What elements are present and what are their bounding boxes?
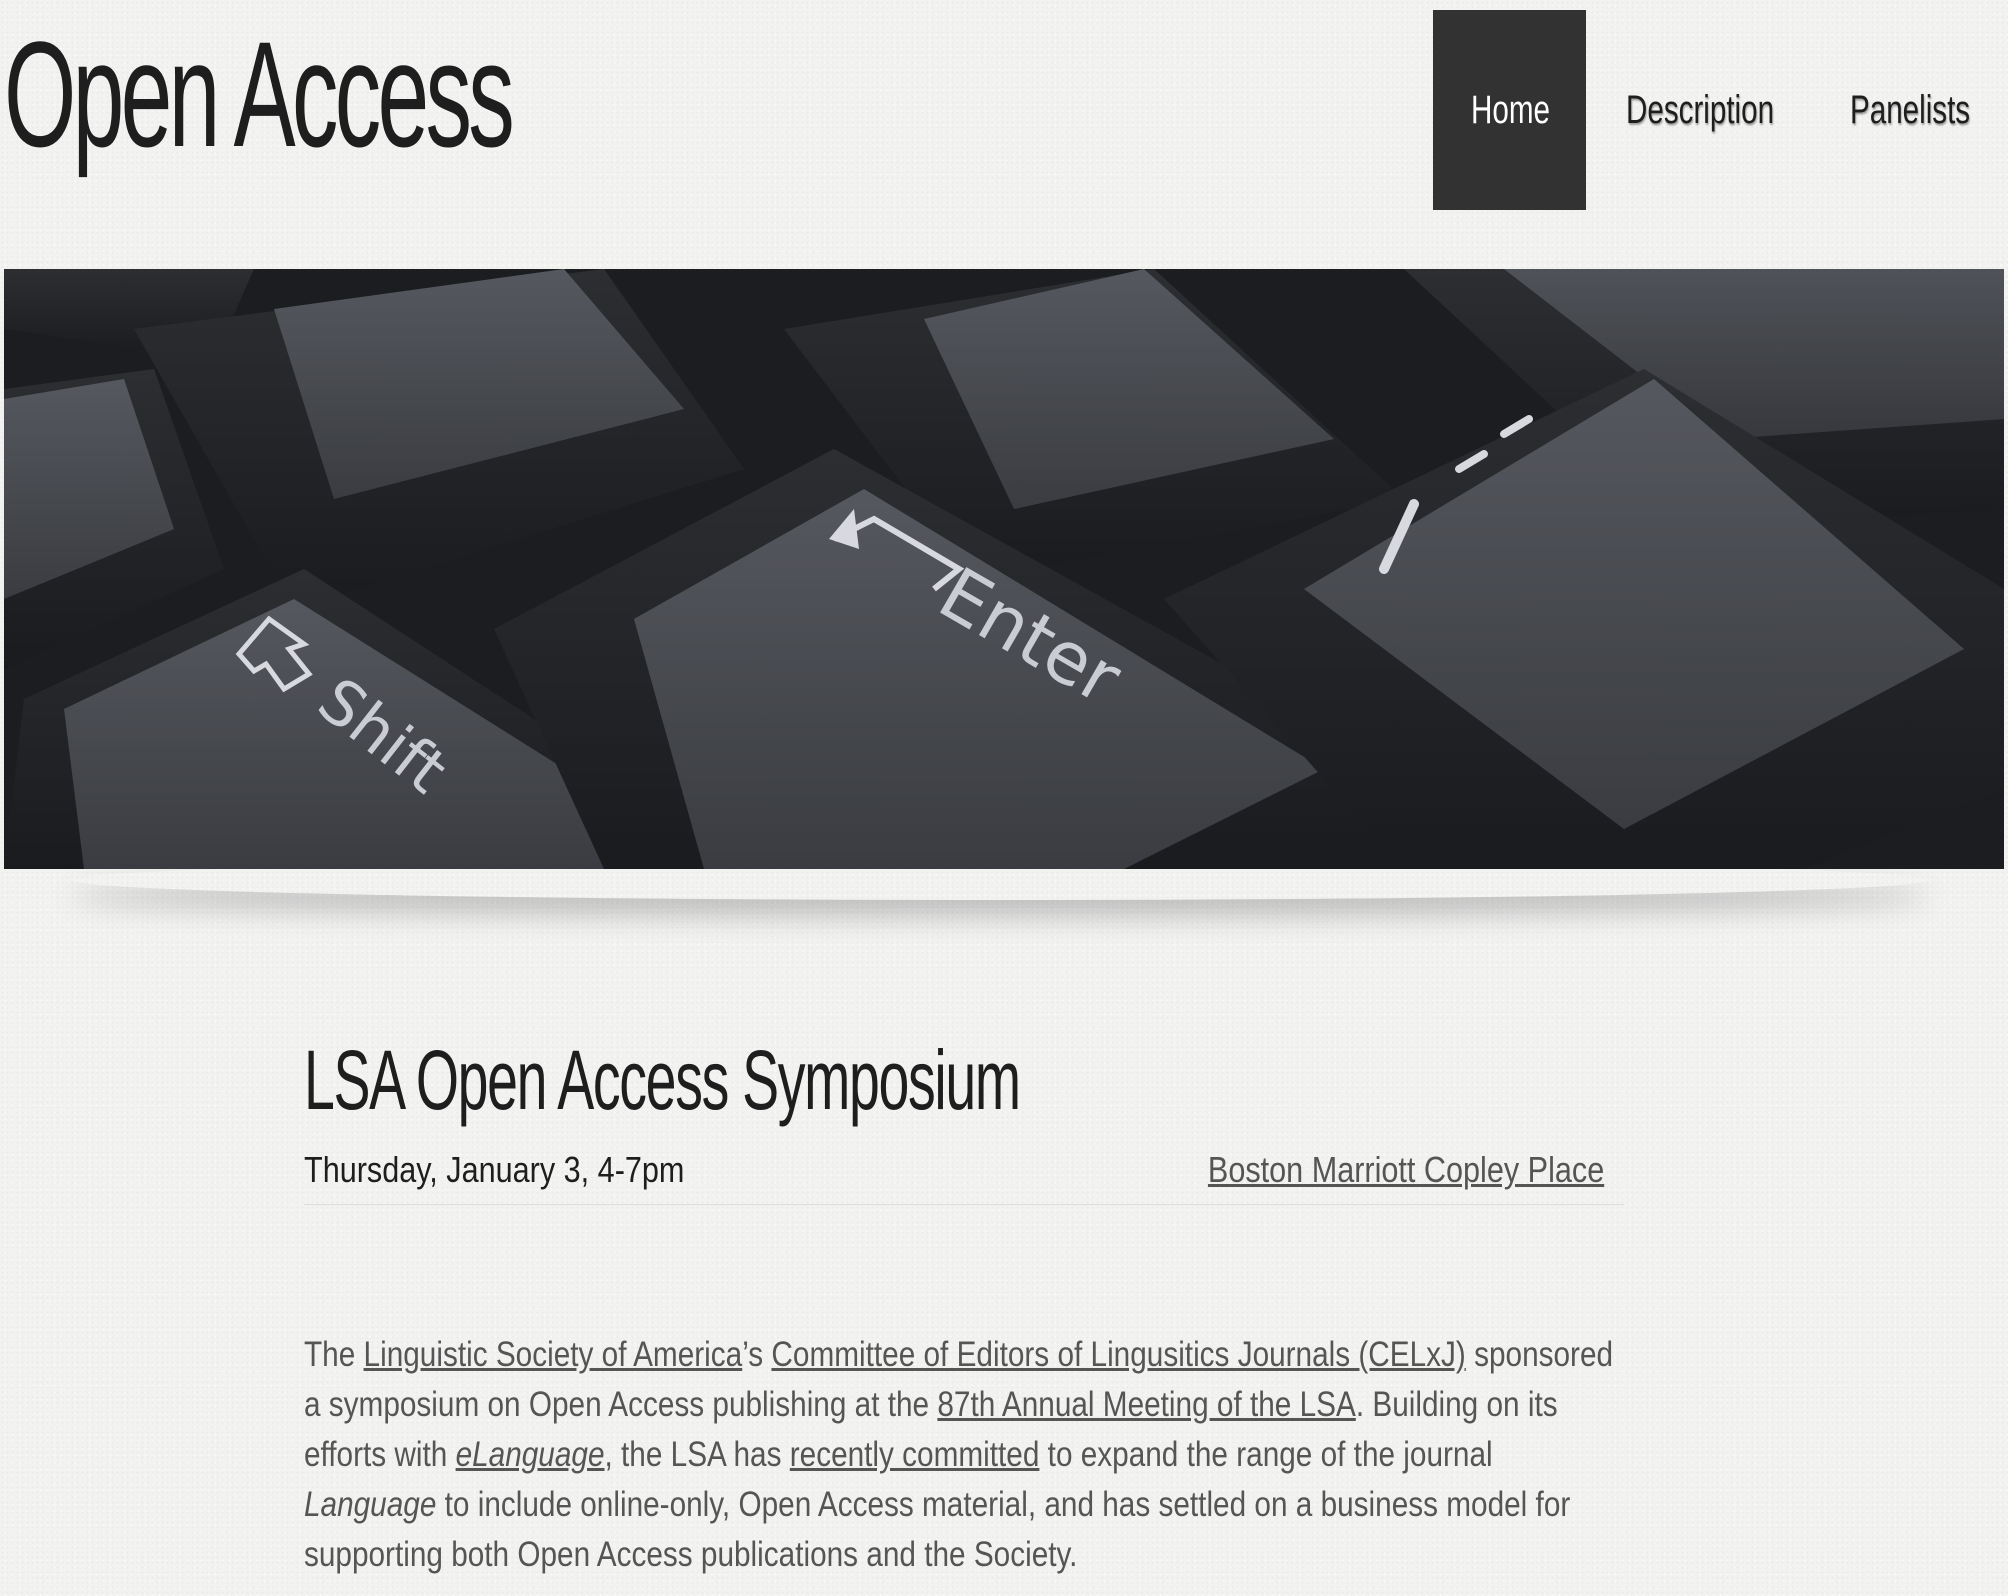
recently-committed-link[interactable]: recently committed [790,1435,1040,1474]
nav-description[interactable]: Description [1626,10,1806,210]
lsa-link[interactable]: Linguistic Society of America [364,1335,743,1374]
hero-keyboard-image: Shift Enter [4,269,2004,869]
intro-text: The [304,1335,364,1374]
elanguage-link[interactable]: eLanguage [456,1435,605,1474]
celxj-link[interactable]: Committee of Editors of Lingusitics Jour… [771,1335,1465,1374]
intro-text: to include online-only, Open Access mate… [304,1485,1571,1574]
main-content: LSA Open Access Symposium Thursday, Janu… [304,1030,1624,1574]
page-heading: LSA Open Access Symposium [304,1033,1021,1127]
nav-panelists[interactable]: Panelists [1850,10,2008,210]
nav-home-label: Home [1471,88,1550,132]
nav-home[interactable]: Home [1433,10,1586,210]
annual-meeting-link[interactable]: 87th Annual Meeting of the LSA [937,1385,1355,1424]
nav-description-label: Description [1626,88,1775,132]
elanguage-link-text: eLanguage [455,1435,605,1474]
site-title: Open Access [4,10,515,178]
keyboard-illustration: Shift Enter [4,269,2004,869]
intro-text: ’s [742,1335,772,1374]
event-date: Thursday, January 3, 4-7pm [304,1149,685,1190]
nav-panelists-label: Panelists [1850,88,1971,132]
event-meta: Thursday, January 3, 4-7pm Boston Marrio… [304,1148,1624,1205]
intro-text: to expand the range of the journal [1039,1435,1493,1474]
intro-text: , the LSA has [604,1435,790,1474]
intro-paragraph: The Linguistic Society of America’s Comm… [304,1330,1630,1580]
journal-title: Language [304,1485,437,1524]
venue-link[interactable]: Boston Marriott Copley Place [1208,1148,1604,1192]
